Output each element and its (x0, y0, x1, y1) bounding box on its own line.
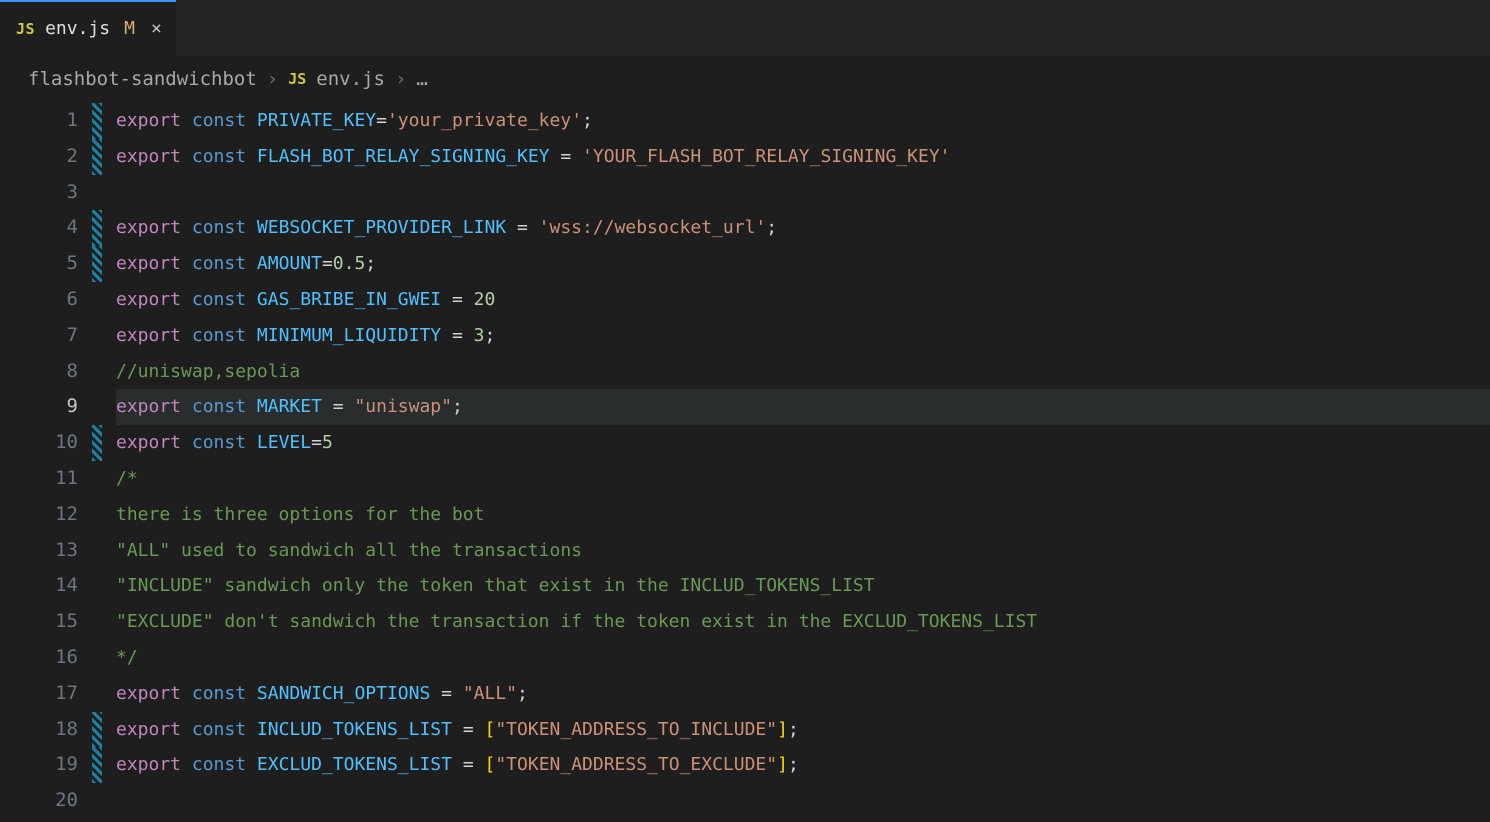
line-modified-marker (92, 604, 102, 640)
code-line[interactable]: "EXCLUDE" don't sandwich the transaction… (116, 604, 1490, 640)
line-number: 12 (0, 497, 78, 533)
line-modified-marker (92, 210, 102, 246)
line-number: 13 (0, 533, 78, 569)
tab-env-js[interactable]: JS env.js M × (0, 0, 176, 55)
line-modified-marker (92, 282, 102, 318)
line-modified-marker (92, 139, 102, 175)
code-line[interactable]: export const AMOUNT=0.5; (116, 246, 1490, 282)
chevron-right-icon: › (395, 68, 406, 90)
code-line[interactable]: /* (116, 461, 1490, 497)
code-line[interactable]: */ (116, 640, 1490, 676)
line-modified-marker (92, 425, 102, 461)
line-modified-marker (92, 389, 102, 425)
line-number: 11 (0, 461, 78, 497)
breadcrumb-folder[interactable]: flashbot-sandwichbot (28, 68, 257, 90)
code-line[interactable]: export const EXCLUD_TOKENS_LIST = ["TOKE… (116, 747, 1490, 783)
line-number: 14 (0, 568, 78, 604)
line-modified-marker (92, 354, 102, 390)
tab-modified-marker: M (120, 18, 135, 39)
modified-indicator-bar (92, 103, 102, 822)
editor: 1234567891011121314151617181920 export c… (0, 103, 1490, 822)
code-line[interactable]: there is three options for the bot (116, 497, 1490, 533)
line-modified-marker (92, 318, 102, 354)
tab-filename: env.js (45, 18, 110, 39)
line-modified-marker (92, 533, 102, 569)
line-number: 15 (0, 604, 78, 640)
code-line[interactable]: //uniswap,sepolia (116, 354, 1490, 390)
code-line[interactable] (116, 783, 1490, 819)
line-number: 3 (0, 175, 78, 211)
line-modified-marker (92, 461, 102, 497)
code-line[interactable]: export const WEBSOCKET_PROVIDER_LINK = '… (116, 210, 1490, 246)
line-number: 20 (0, 783, 78, 819)
line-number: 4 (0, 210, 78, 246)
line-modified-marker (92, 783, 102, 819)
js-file-icon: JS (288, 70, 306, 88)
line-modified-marker (92, 246, 102, 282)
line-modified-marker (92, 497, 102, 533)
line-modified-marker (92, 676, 102, 712)
line-number: 2 (0, 139, 78, 175)
line-number: 1 (0, 103, 78, 139)
line-number: 7 (0, 318, 78, 354)
code-line[interactable]: export const PRIVATE_KEY='your_private_k… (116, 103, 1490, 139)
line-modified-marker (92, 747, 102, 783)
code-line[interactable]: export const FLASH_BOT_RELAY_SIGNING_KEY… (116, 139, 1490, 175)
chevron-right-icon: › (267, 68, 278, 90)
close-icon[interactable]: × (145, 18, 162, 39)
line-number: 10 (0, 425, 78, 461)
line-number: 16 (0, 640, 78, 676)
code-area[interactable]: export const PRIVATE_KEY='your_private_k… (102, 103, 1490, 822)
code-line[interactable]: export const LEVEL=5 (116, 425, 1490, 461)
breadcrumb: flashbot-sandwichbot › JS env.js › … (0, 55, 1490, 103)
code-line[interactable]: export const INCLUD_TOKENS_LIST = ["TOKE… (116, 712, 1490, 748)
line-modified-marker (92, 712, 102, 748)
code-line[interactable]: export const MINIMUM_LIQUIDITY = 3; (116, 318, 1490, 354)
code-line[interactable]: "INCLUDE" sandwich only the token that e… (116, 568, 1490, 604)
code-line[interactable]: export const SANDWICH_OPTIONS = "ALL"; (116, 676, 1490, 712)
tab-bar: JS env.js M × (0, 0, 1490, 55)
breadcrumb-file[interactable]: env.js (316, 68, 385, 90)
line-number: 8 (0, 354, 78, 390)
line-number: 17 (0, 676, 78, 712)
code-line[interactable]: export const MARKET = "uniswap"; (116, 389, 1490, 425)
line-number-gutter: 1234567891011121314151617181920 (0, 103, 92, 822)
js-file-icon: JS (16, 20, 35, 38)
breadcrumb-symbol[interactable]: … (416, 68, 427, 90)
line-modified-marker (92, 640, 102, 676)
code-line[interactable] (116, 175, 1490, 211)
code-line[interactable]: "ALL" used to sandwich all the transacti… (116, 533, 1490, 569)
line-number: 6 (0, 282, 78, 318)
line-number: 19 (0, 747, 78, 783)
line-modified-marker (92, 103, 102, 139)
line-modified-marker (92, 175, 102, 211)
line-modified-marker (92, 568, 102, 604)
line-number: 18 (0, 712, 78, 748)
code-line[interactable]: export const GAS_BRIBE_IN_GWEI = 20 (116, 282, 1490, 318)
line-number: 9 (0, 389, 78, 425)
line-number: 5 (0, 246, 78, 282)
